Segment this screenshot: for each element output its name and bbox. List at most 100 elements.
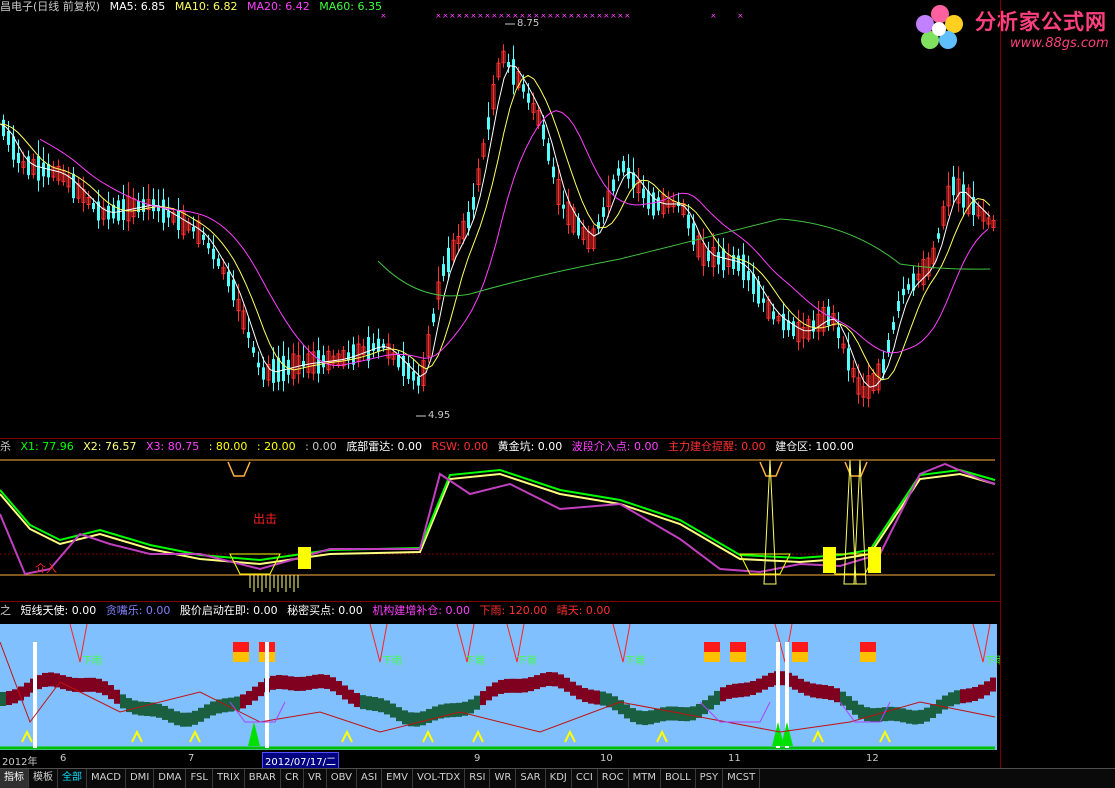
tab-dma[interactable]: DMA — [154, 769, 187, 788]
signal-marker: × — [624, 14, 631, 20]
tab-asi[interactable]: ASI — [357, 769, 383, 788]
ind2-goldpit: 黄金坑: 0.00 — [497, 440, 563, 453]
signal-square-yellow — [792, 652, 808, 662]
candle-body — [442, 264, 445, 276]
ind2-zone: 建仓区: 100.00 — [775, 440, 854, 453]
signal-marker: × — [463, 14, 470, 20]
tab-sar[interactable]: SAR — [516, 769, 546, 788]
tab-boll[interactable]: BOLL — [661, 769, 696, 788]
wave-block — [144, 701, 150, 716]
ind2-l20: : 20.00 — [256, 440, 296, 453]
tab-cci[interactable]: CCI — [572, 769, 598, 788]
tab-brar[interactable]: BRAR — [245, 769, 281, 788]
tab-dmi[interactable]: DMI — [126, 769, 155, 788]
candle-body — [382, 343, 385, 349]
wave-block — [360, 695, 366, 710]
rain-label: 下雨 — [625, 656, 645, 667]
right-border — [1000, 0, 1001, 768]
candlestick-chart[interactable]: × × × × × × × × × × × × × × × × × × × × × × × × × × × ×× × × — [0, 14, 1000, 438]
ind3-inst: 机构建增补仓: 0.00 — [372, 604, 471, 617]
wave-block — [120, 694, 126, 709]
ma5-line — [0, 65, 991, 388]
wave-block — [372, 697, 378, 712]
wave-block — [168, 708, 174, 723]
ind2-radar: 底部雷达: 0.00 — [346, 440, 423, 453]
candle-body — [37, 155, 40, 181]
signal-marker: × — [484, 14, 491, 20]
indicator2-chart[interactable] — [0, 454, 1000, 600]
tab-fsl[interactable]: FSL — [186, 769, 213, 788]
wave-block — [354, 693, 360, 708]
signal-marker: × — [610, 14, 617, 20]
wave-block — [138, 701, 144, 716]
tab-macd[interactable]: MACD — [87, 769, 126, 788]
wave-block — [912, 710, 918, 725]
wave-block — [714, 690, 720, 705]
tab-vr[interactable]: VR — [304, 769, 327, 788]
candle-body — [657, 197, 660, 211]
tab-psy[interactable]: PSY — [696, 769, 724, 788]
ma5-value: MA5: 6.85 — [109, 0, 166, 13]
date-axis: 2012年 6 7 2012/07/17/二 9 10 11 12 — [0, 752, 1000, 769]
wave-block — [486, 686, 492, 701]
wave-block — [648, 710, 654, 725]
label-out: 出击 — [253, 512, 278, 526]
wave-block — [666, 706, 672, 721]
tab-模板[interactable]: 模板 — [29, 769, 58, 788]
wave-block — [498, 679, 504, 694]
indicator3-chart[interactable]: 下雨 下雨 下雨 下雨 下雨 下雨 — [0, 622, 1000, 752]
wave-block — [24, 682, 30, 697]
signal-marker: × — [505, 14, 512, 20]
wave-block — [342, 685, 348, 700]
wave-block — [576, 685, 582, 700]
wave-block — [732, 683, 738, 698]
candle-body — [107, 205, 110, 220]
signal-square-red — [730, 642, 746, 652]
tab-mtm[interactable]: MTM — [629, 769, 661, 788]
wave-block — [456, 702, 462, 717]
rain-label: 下雨 — [517, 656, 537, 667]
wave-block — [252, 686, 258, 701]
wave-block — [990, 677, 996, 692]
candle-body — [552, 166, 555, 178]
zone-bar — [298, 547, 311, 569]
tab-obv[interactable]: OBV — [327, 769, 357, 788]
signal-marker: × — [477, 14, 484, 20]
tab-kdj[interactable]: KDJ — [546, 769, 572, 788]
tab-cr[interactable]: CR — [281, 769, 304, 788]
date-month-10: 10 — [600, 753, 613, 764]
tab-全部[interactable]: 全部 — [58, 769, 87, 788]
wave-block — [960, 689, 966, 704]
wave-block — [396, 707, 402, 722]
tab-mcst[interactable]: MCST — [723, 769, 761, 788]
wave-block — [636, 710, 642, 725]
tab-roc[interactable]: ROC — [598, 769, 629, 788]
ind3-angel: 短线天使: 0.00 — [20, 604, 97, 617]
candle-body — [762, 298, 765, 303]
tab-指标[interactable]: 指标 — [0, 769, 29, 788]
wave-block — [552, 672, 558, 687]
wave-block — [276, 675, 282, 690]
candle-body — [692, 223, 695, 245]
signal-marker: × — [575, 14, 582, 20]
candle-body — [177, 210, 180, 230]
candle-body — [287, 359, 290, 375]
wave-block — [240, 694, 246, 709]
signal-marker: × — [603, 14, 610, 20]
candle-body — [622, 161, 625, 173]
ind3-sunny: 晴天: 0.00 — [556, 604, 611, 617]
tab-emv[interactable]: EMV — [382, 769, 413, 788]
wave-block — [96, 678, 102, 693]
signal-marker: × — [710, 14, 717, 20]
tab-trix[interactable]: TRIX — [213, 769, 245, 788]
candle-body — [207, 242, 210, 249]
tab-wr[interactable]: WR — [490, 769, 517, 788]
wave-block — [426, 708, 432, 723]
ma10-value: MA10: 6.82 — [174, 0, 238, 13]
date-cursor: 2012/07/17/二 — [262, 752, 340, 769]
wave-block — [534, 675, 540, 690]
tab-vol-tdx[interactable]: VOL-TDX — [413, 769, 466, 788]
candle-body — [17, 152, 20, 164]
candle-body — [742, 254, 745, 281]
tab-rsi[interactable]: RSI — [465, 769, 491, 788]
